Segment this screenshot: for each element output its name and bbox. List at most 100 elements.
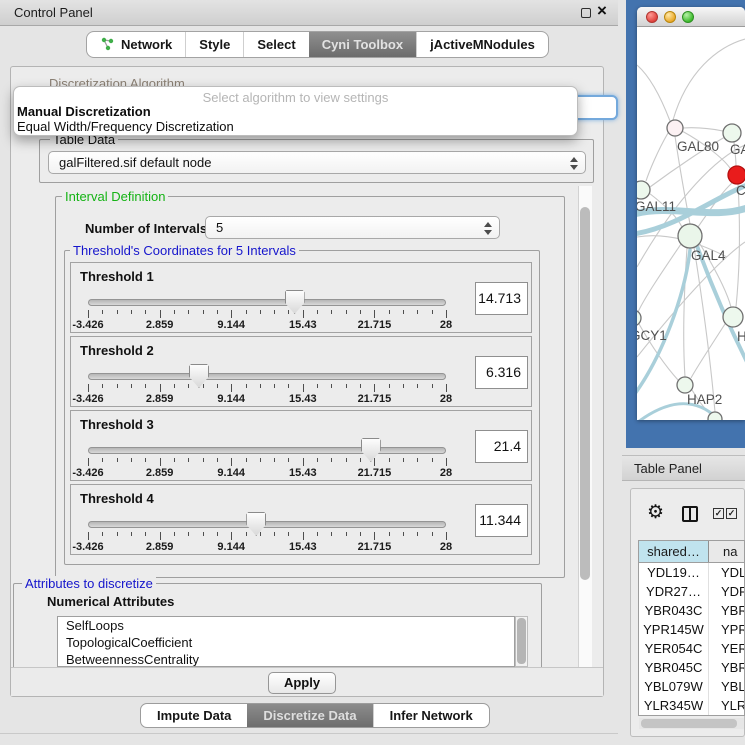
- table-row[interactable]: YDL19…YDL1…: [639, 563, 744, 582]
- network-node[interactable]: [728, 166, 745, 184]
- close-icon[interactable]: ×: [597, 1, 607, 21]
- threshold-panel: Threshold 4-3.4262.8599.14415.4321.71528…: [70, 484, 532, 555]
- table-row[interactable]: YBR045CYBR0…: [639, 658, 744, 677]
- network-node[interactable]: [723, 124, 741, 142]
- zoom-traffic-light[interactable]: [682, 11, 694, 23]
- tick-mark: [403, 310, 404, 314]
- threshold-slider-thumb[interactable]: [246, 512, 266, 536]
- minimize-traffic-light[interactable]: [664, 11, 676, 23]
- tick-mark: [346, 458, 347, 462]
- checkbox-icon[interactable]: ✓: [713, 508, 724, 519]
- dropdown-item[interactable]: Manual Discretization: [17, 104, 151, 119]
- table-row[interactable]: YIL052CYIL0…: [639, 715, 744, 716]
- tab-select[interactable]: Select: [243, 32, 308, 57]
- table-row[interactable]: YDR27…YDR2…: [639, 582, 744, 601]
- table-row[interactable]: YBR043CYBR0…: [639, 601, 744, 620]
- network-node[interactable]: [708, 412, 722, 420]
- tick-mark: [346, 310, 347, 314]
- threshold-slider-thumb[interactable]: [189, 364, 209, 388]
- threshold-value-field[interactable]: 14.713: [475, 282, 528, 315]
- attribute-list-item[interactable]: BetweennessCentrality: [58, 651, 514, 667]
- network-window[interactable]: GAL80GACGAL11GAL4GCY1HHAP2: [637, 7, 745, 420]
- panel-scrollbar-thumb[interactable]: [580, 207, 590, 580]
- tick-mark: [346, 384, 347, 388]
- checkbox-icon[interactable]: ✓: [726, 508, 737, 519]
- threshold-label: Threshold 4: [80, 491, 154, 506]
- threshold-slider-track[interactable]: [88, 373, 446, 380]
- network-node[interactable]: [678, 224, 702, 248]
- tick-mark: [417, 310, 418, 314]
- tick-label: 28: [440, 393, 452, 405]
- tick-label: 2.859: [146, 393, 174, 405]
- tab-network[interactable]: Network: [87, 32, 185, 57]
- threshold-value-field[interactable]: 21.4: [475, 430, 528, 463]
- tab-impute-data[interactable]: Impute Data: [141, 704, 247, 727]
- network-node[interactable]: [677, 377, 693, 393]
- table-data-combobox[interactable]: galFiltered.sif default node: [48, 151, 586, 174]
- network-node[interactable]: [637, 181, 650, 199]
- tick-mark: [102, 310, 103, 314]
- threshold-value-field[interactable]: 11.344: [475, 504, 528, 537]
- tick-mark: [331, 310, 332, 314]
- threshold-slider-thumb[interactable]: [361, 438, 381, 462]
- attribute-list-item[interactable]: SelfLoops: [58, 617, 514, 634]
- float-window-icon[interactable]: [581, 8, 591, 18]
- tab-label: Cyni Toolbox: [322, 37, 403, 52]
- tick-mark: [188, 458, 189, 462]
- threshold-slider-track[interactable]: [88, 447, 446, 454]
- tick-label: 9.144: [217, 393, 245, 405]
- network-node[interactable]: [637, 310, 641, 326]
- tab-label: Network: [121, 37, 172, 52]
- tab-style[interactable]: Style: [185, 32, 243, 57]
- table-row[interactable]: YER054CYER0…: [639, 639, 744, 658]
- tick-mark: [160, 532, 161, 540]
- tick-mark: [203, 384, 204, 388]
- tick-mark: [432, 310, 433, 314]
- threshold-value-field[interactable]: 6.316: [475, 356, 528, 389]
- tick-mark: [331, 532, 332, 536]
- gear-icon[interactable]: ⚙: [647, 501, 664, 524]
- tab-discretize-data[interactable]: Discretize Data: [247, 704, 372, 727]
- tick-label: 21.715: [358, 393, 392, 405]
- tab-label: Style: [199, 37, 230, 52]
- tick-mark: [303, 532, 304, 540]
- tick-label: 21.715: [358, 319, 392, 331]
- network-node[interactable]: [723, 307, 743, 327]
- number-of-intervals-value: 5: [216, 220, 223, 235]
- tab-cyni-toolbox[interactable]: Cyni Toolbox: [309, 32, 416, 57]
- tab-jactivemnodules[interactable]: jActiveMNodules: [416, 32, 548, 57]
- numerical-attributes-list[interactable]: SelfLoopsTopologicalCoefficientBetweenne…: [57, 616, 515, 667]
- table-hscrollbar-thumb[interactable]: [641, 719, 737, 728]
- tick-mark: [403, 384, 404, 388]
- number-of-intervals-combobox[interactable]: 5: [205, 216, 500, 239]
- table-cell: YBR043C: [639, 601, 709, 620]
- tick-label: 21.715: [358, 467, 392, 479]
- tick-mark: [389, 532, 390, 536]
- tick-mark: [403, 458, 404, 462]
- apply-button[interactable]: Apply: [268, 672, 336, 694]
- tick-mark: [417, 458, 418, 462]
- tab-infer-network[interactable]: Infer Network: [373, 704, 489, 727]
- threshold-slider-track[interactable]: [88, 299, 446, 306]
- column-header[interactable]: na: [709, 541, 744, 562]
- table-row[interactable]: YBL079WYBL0…: [639, 677, 744, 696]
- tick-mark: [231, 310, 232, 318]
- threshold-slider-track[interactable]: [88, 521, 446, 528]
- network-window-titlebar[interactable]: [637, 7, 745, 27]
- table-row[interactable]: YLR345WYLR3…: [639, 696, 744, 715]
- network-node[interactable]: [667, 120, 683, 136]
- attribute-list-item[interactable]: TopologicalCoefficient: [58, 634, 514, 651]
- tick-mark: [260, 532, 261, 536]
- column-header[interactable]: shared…: [639, 541, 709, 562]
- tick-mark: [360, 384, 361, 388]
- dropdown-item[interactable]: Equal Width/Frequency Discretization: [17, 119, 234, 134]
- attributes-scrollbar-thumb[interactable]: [517, 618, 526, 664]
- table-row[interactable]: YPR145WYPR1…: [639, 620, 744, 639]
- tick-mark: [102, 384, 103, 388]
- close-traffic-light[interactable]: [646, 11, 658, 23]
- column-split-icon[interactable]: [682, 506, 698, 522]
- node-attribute-table[interactable]: shared…na YDL19…YDL1…YDR27…YDR2…YBR043CY…: [638, 540, 745, 716]
- thresholds-group-title: Threshold's Coordinates for 5 Intervals: [70, 243, 299, 258]
- network-canvas[interactable]: GAL80GACGAL11GAL4GCY1HHAP2: [637, 27, 745, 420]
- attributes-group-title: Attributes to discretize: [22, 576, 156, 591]
